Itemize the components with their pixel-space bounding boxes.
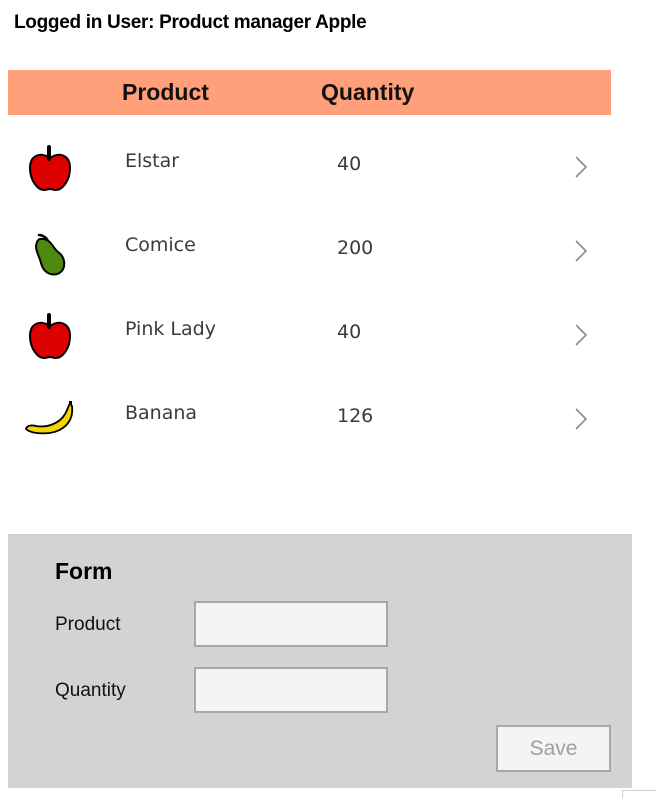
form-title: Form (55, 558, 113, 584)
pear-icon (35, 233, 66, 276)
quantity-input[interactable] (194, 667, 388, 713)
gallery-row-comice[interactable]: Comice 200 (8, 211, 611, 295)
gallery-row-pink-lady[interactable]: Pink Lady 40 (8, 295, 611, 379)
product-quantity: 40 (337, 321, 362, 343)
form-panel: Form Product Quantity Save (8, 534, 632, 788)
banana-icon (25, 401, 74, 435)
gallery-header: Product Quantity (8, 70, 611, 115)
quantity-column-header: Quantity (321, 79, 415, 105)
quantity-field-label: Quantity (55, 680, 126, 701)
chevron-right-icon[interactable] (574, 322, 588, 348)
save-button[interactable]: Save (496, 725, 611, 772)
product-name: Elstar (125, 150, 180, 172)
product-name: Pink Lady (125, 318, 216, 340)
product-quantity: 126 (337, 405, 374, 427)
apple-icon (28, 313, 72, 360)
product-quantity: 200 (337, 237, 374, 259)
product-name: Banana (125, 402, 198, 424)
chevron-right-icon[interactable] (574, 406, 588, 432)
logged-in-user-label: Logged in User: Product manager Apple (14, 12, 367, 33)
product-name: Comice (125, 234, 196, 256)
apple-icon (28, 145, 72, 192)
product-column-header: Product (122, 79, 209, 105)
gallery-row-elstar[interactable]: Elstar 40 (8, 127, 611, 211)
chevron-right-icon[interactable] (574, 238, 588, 264)
chevron-right-icon[interactable] (574, 154, 588, 180)
product-field-label: Product (55, 614, 121, 635)
gallery-row-banana[interactable]: Banana 126 (8, 379, 611, 463)
product-input[interactable] (194, 601, 388, 647)
product-quantity: 40 (337, 153, 362, 175)
